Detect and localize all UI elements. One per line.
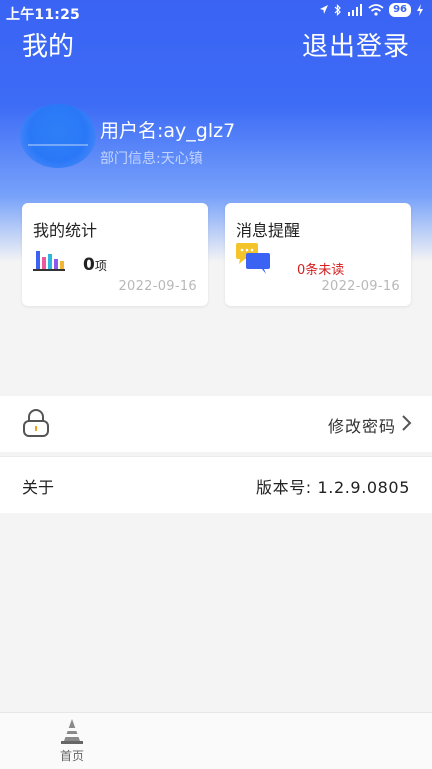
bluetooth-icon [334,4,341,16]
tab-home[interactable]: 首页 [50,717,94,765]
location-icon [320,5,329,14]
chat-bubbles-icon [236,243,270,274]
stats-card[interactable]: 我的统计 0项 2022-09-16 [22,203,208,306]
status-icons: 96 [319,3,424,17]
wifi-icon [368,4,384,16]
bottom-tab-bar: 首页 [0,712,432,769]
stats-card-title: 我的统计 [33,221,98,240]
unread-text: 条未读 [305,263,345,278]
logout-button[interactable]: 退出登录 [302,26,410,63]
stats-card-date: 2022-09-16 [118,279,197,294]
stats-count-unit: 项 [94,259,107,273]
username: 用户名:ay_glz7 [100,120,236,142]
chevron-right-icon [402,415,412,431]
unread-messages: 0条未读 [297,259,344,278]
bar-chart-icon [33,251,65,271]
avatar[interactable] [20,104,96,168]
about-label: 关于 [22,478,55,497]
version-number: 版本号: 1.2.9.0805 [256,478,410,497]
stats-count: 0项 [83,255,107,275]
message-card[interactable]: 消息提醒 0条未读 2022-09-16 [225,203,411,306]
tab-home-label: 首页 [59,749,84,763]
status-bar: 上午11:25 96 [0,0,432,24]
page-title: 我的 [22,32,75,62]
about-row[interactable]: 关于 版本号: 1.2.9.0805 [0,456,432,513]
message-card-date: 2022-09-16 [321,279,400,294]
home-cone-icon [61,719,83,744]
message-card-title: 消息提醒 [236,221,301,240]
status-time: 上午11:25 [6,7,80,23]
charging-icon [417,4,423,16]
change-password-row[interactable]: 修改密码 [0,396,432,452]
signal-icon [348,4,363,16]
department-info: 部门信息:天心镇 [100,151,203,167]
change-password-label: 修改密码 [327,417,396,436]
lock-icon [23,409,49,437]
battery-level: 96 [389,3,411,17]
stats-count-value: 0 [83,255,95,275]
